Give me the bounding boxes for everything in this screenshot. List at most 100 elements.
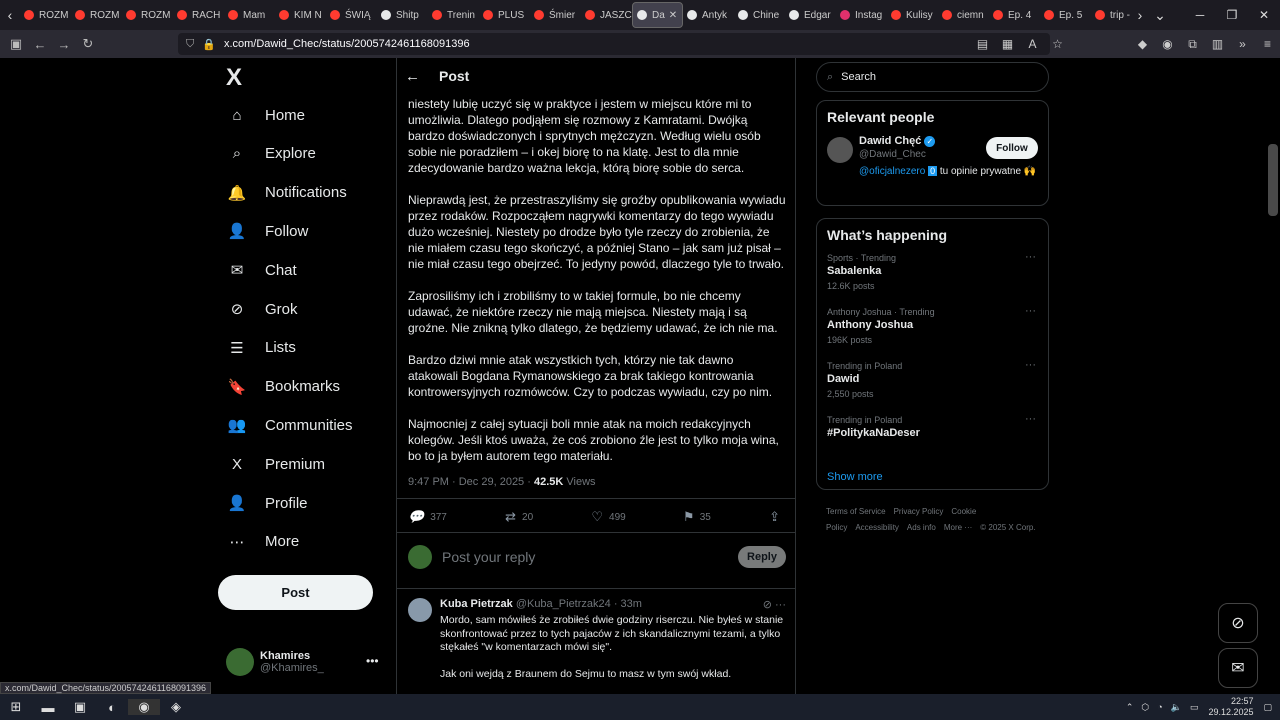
url-bar[interactable]: ⛉ 🔒 x.com/Dawid_Chec/status/200574246116…	[178, 33, 1050, 55]
grok-floating-button[interactable]: ⊘	[1218, 603, 1258, 643]
avatar[interactable]	[408, 598, 432, 622]
page-scrollbar[interactable]	[1268, 144, 1278, 216]
nav-item-bookmarks[interactable]: 🔖 Bookmarks	[226, 372, 340, 402]
app-icon[interactable]: ◈	[160, 699, 192, 715]
footer-link[interactable]: © 2025 X Corp.	[980, 523, 1035, 532]
tray-expand-icon[interactable]: ⌃	[1126, 702, 1134, 713]
reply-action[interactable]: 💬 377	[408, 508, 447, 526]
browser-tab[interactable]: Ep. 4	[989, 2, 1040, 28]
browser-tab[interactable]: ROZM	[122, 2, 173, 28]
extensions-puzzle-icon[interactable]: ⧉	[1180, 37, 1205, 52]
system-clock[interactable]: 22:57 29.12.2025	[1208, 696, 1253, 718]
browser-tab[interactable]: Kulisy	[887, 2, 938, 28]
browser-tab[interactable]: ROZM	[71, 2, 122, 28]
trend-item[interactable]: Sports · Trending Sabalenka 12.6K posts ···	[817, 251, 1048, 305]
nav-item-more[interactable]: ⋯ More	[226, 527, 300, 557]
bio-link[interactable]: @oficjalnezero	[859, 166, 925, 177]
account-more-icon[interactable]: •••	[366, 654, 379, 668]
show-more-link[interactable]: Show more	[817, 467, 1048, 495]
x-logo-icon[interactable]: X	[226, 64, 242, 92]
volume-icon[interactable]: 🔈	[1171, 702, 1182, 713]
app-menu-icon[interactable]: ≡	[1255, 37, 1280, 51]
browser-tab[interactable]: Edgar	[785, 2, 836, 28]
account-switcher[interactable]: Khamires @Khamires_ •••	[226, 648, 379, 676]
grok-icon[interactable]: ⊘	[763, 599, 772, 611]
back-arrow-icon[interactable]: ←	[405, 68, 439, 85]
avatar[interactable]	[827, 137, 853, 163]
browser-tab[interactable]: Antyk	[683, 2, 734, 28]
nav-item-profile[interactable]: 👤 Profile	[226, 488, 308, 518]
sidebar-toggle-icon[interactable]: ▣	[4, 36, 28, 52]
bookmark-star-icon[interactable]: ☆	[1045, 37, 1070, 51]
post-timestamp[interactable]: 9:47 PM · Dec 29, 2025 ·	[408, 476, 534, 488]
browser-tab[interactable]: KIM N	[275, 2, 326, 28]
overflow-menu-icon[interactable]: »	[1230, 37, 1255, 51]
nav-item-lists[interactable]: ☰ Lists	[226, 333, 296, 363]
windows-start-icon[interactable]: ⊞	[0, 699, 32, 715]
share-action[interactable]: ⇪	[769, 508, 786, 526]
footer-link[interactable]: More ···	[944, 523, 972, 532]
browser-tab[interactable]: Śmier	[530, 2, 581, 28]
nav-item-communities[interactable]: 👥 Communities	[226, 410, 353, 440]
nav-item-home[interactable]: ⌂ Home	[226, 100, 305, 130]
trend-more-icon[interactable]: ···	[1025, 359, 1036, 371]
browser-tab[interactable]: RACH	[173, 2, 224, 28]
footer-link[interactable]: Privacy Policy	[894, 507, 944, 516]
wifi-icon[interactable]: ◔	[1157, 702, 1162, 712]
reader-view-icon[interactable]: ▤	[970, 37, 995, 51]
footer-link[interactable]: Accessibility	[855, 523, 899, 532]
nav-item-premium[interactable]: X Premium	[226, 449, 325, 479]
browser-tab[interactable]: ciemn	[938, 2, 989, 28]
search-input[interactable]: ⌕ Search	[816, 62, 1049, 92]
nav-item-follow[interactable]: 👤 Follow	[226, 216, 309, 246]
tab-scroll-left-icon[interactable]: ‹	[0, 7, 20, 23]
notifications-icon[interactable]: ▢	[1263, 702, 1272, 713]
messages-floating-button[interactable]: ✉	[1218, 648, 1258, 688]
more-icon[interactable]: ···	[775, 599, 786, 611]
trend-item[interactable]: Trending in Poland Dawid 2,550 posts ···	[817, 359, 1048, 413]
footer-link[interactable]: Ads info	[907, 523, 936, 532]
browser-tab[interactable]: Trenin	[428, 2, 479, 28]
browser-tab[interactable]: Chine	[734, 2, 785, 28]
restore-icon[interactable]: ❐	[1216, 8, 1248, 22]
nav-item-explore[interactable]: ⌕ Explore	[226, 139, 316, 169]
fox-extension-icon[interactable]: ◉	[1155, 37, 1180, 51]
nav-item-notifications[interactable]: 🔔 Notifications	[226, 178, 347, 208]
browser-tab[interactable]: ŚWIĄ	[326, 2, 377, 28]
close-window-icon[interactable]: ✕	[1248, 8, 1280, 22]
browser-tab[interactable]: Da ✕	[632, 2, 683, 28]
browser-tab[interactable]: PLUS	[479, 2, 530, 28]
post-button[interactable]: Post	[218, 575, 373, 610]
steam-icon[interactable]: ◐	[96, 700, 128, 715]
browser-tab[interactable]: Shitp	[377, 2, 428, 28]
picture-icon[interactable]: ▦	[995, 37, 1020, 51]
like-action[interactable]: ♡ 499	[591, 508, 625, 526]
bookmark-action[interactable]: ⚑ 35	[684, 508, 711, 526]
relevant-person[interactable]: Dawid Chęć ✓ @Dawid_Chec @oficjalnezero 0…	[817, 133, 1048, 193]
repost-action[interactable]: ⇄ 20	[505, 508, 533, 526]
reload-icon[interactable]: ↻	[76, 36, 100, 52]
browser-tab[interactable]: trip -	[1091, 2, 1130, 28]
trend-more-icon[interactable]: ···	[1025, 305, 1036, 317]
file-explorer-icon[interactable]: ▬	[32, 700, 64, 715]
display-app-icon[interactable]: ▣	[64, 699, 96, 715]
reply-button[interactable]: Reply	[738, 546, 786, 568]
translate-icon[interactable]: A	[1020, 37, 1045, 51]
follow-button[interactable]: Follow	[986, 137, 1038, 159]
tab-list-dropdown-icon[interactable]: ⌄	[1150, 7, 1170, 24]
browser-tab[interactable]: Mam	[224, 2, 275, 28]
minimize-icon[interactable]: ─	[1184, 8, 1216, 22]
vpn-shield-icon[interactable]: ◆	[1130, 37, 1155, 51]
browser-tab[interactable]: ROZM	[20, 2, 71, 28]
nav-item-chat[interactable]: ✉ Chat	[226, 255, 297, 285]
tab-scroll-right-icon[interactable]: ›	[1130, 7, 1150, 23]
nav-item-grok[interactable]: ⊘ Grok	[226, 294, 298, 324]
trend-more-icon[interactable]: ···	[1025, 413, 1036, 425]
trend-item[interactable]: Anthony Joshua · Trending Anthony Joshua 1…	[817, 305, 1048, 359]
browser-tab[interactable]: Instag	[836, 2, 887, 28]
footer-link[interactable]: Terms of Service	[826, 507, 886, 516]
reply-input[interactable]: Post your reply	[442, 549, 738, 565]
trend-more-icon[interactable]: ···	[1025, 251, 1036, 263]
back-icon[interactable]: ←	[28, 37, 52, 52]
battery-icon[interactable]: ▭	[1190, 702, 1199, 713]
